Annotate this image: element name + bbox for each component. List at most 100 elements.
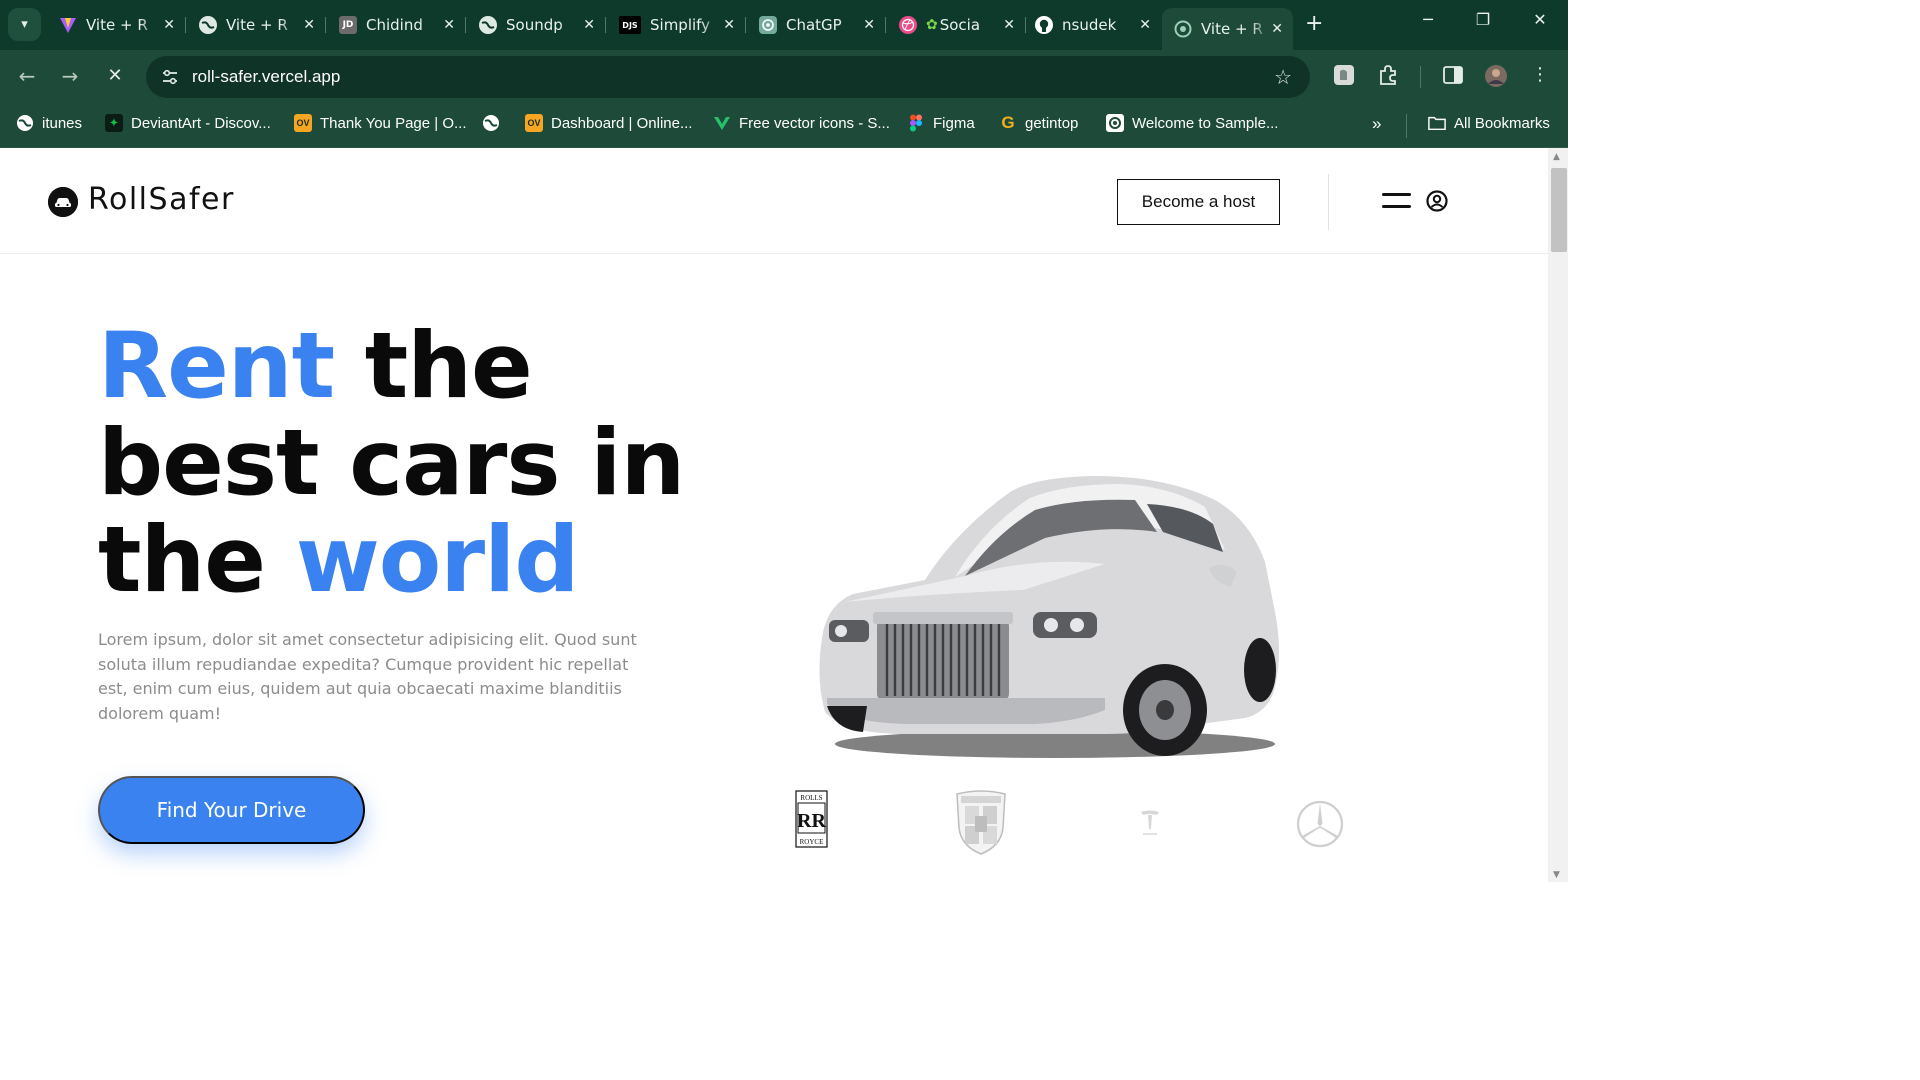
hero-description: Lorem ipsum, dolor sit amet consectetur … (98, 630, 637, 723)
address-toolbar: ← → ✕ roll-safer.vercel.app ☆ ⋮ (0, 50, 1568, 104)
tab-title: Vite + R (1201, 20, 1263, 38)
site-logo-text[interactable]: RollSafer (88, 182, 235, 217)
find-your-drive-button[interactable]: Find Your Drive (98, 776, 365, 844)
close-window-icon[interactable]: ✕ (1528, 10, 1552, 29)
bookmark-label: DeviantArt - Discov... (131, 114, 271, 132)
bookmark-itunes[interactable]: itunes (16, 114, 82, 132)
browser-tab[interactable]: Soundp ✕ (467, 8, 605, 42)
close-icon[interactable]: ✕ (583, 17, 595, 33)
tab-title: Vite + R (226, 16, 288, 34)
scroll-up-arrow-icon[interactable]: ▲ (1553, 152, 1560, 162)
tab-separator (325, 17, 326, 33)
tab-separator (745, 17, 746, 33)
tab-title: Chidind (366, 16, 423, 34)
restore-icon[interactable]: ❐ (1471, 10, 1495, 29)
minimize-icon[interactable]: ─ (1416, 10, 1440, 29)
chevron-down-icon: ▾ (21, 17, 28, 32)
globe-icon (479, 16, 497, 34)
close-icon[interactable]: ✕ (863, 17, 875, 33)
site-settings-icon[interactable] (160, 67, 180, 87)
bookmarks-overflow-icon[interactable]: » (1372, 114, 1381, 134)
browser-tab[interactable]: JD Chidind ✕ (327, 8, 465, 42)
tab-separator (605, 17, 606, 33)
browser-tab[interactable]: nsudek ✕ (1023, 8, 1161, 42)
back-arrow-icon[interactable]: ← (14, 64, 40, 88)
omnibox[interactable]: roll-safer.vercel.app ☆ (146, 56, 1310, 98)
hero-title-line-2: best cars in (98, 411, 685, 516)
tab-title: Simplify (650, 16, 711, 34)
scroll-down-arrow-icon[interactable]: ▼ (1553, 870, 1560, 880)
vercel-icon (1174, 20, 1192, 38)
bookmarks-separator (1406, 114, 1407, 138)
rolls-royce-logo-top-text: ROLLS (800, 794, 822, 802)
extension-app-icon[interactable] (1332, 64, 1356, 88)
deviantart-icon: ✦ (105, 114, 123, 132)
extensions-puzzle-icon[interactable] (1376, 64, 1400, 88)
close-icon[interactable]: ✕ (1139, 17, 1151, 33)
vite-icon (59, 16, 77, 34)
user-account-icon[interactable] (1426, 190, 1448, 212)
bookmark-dashboard[interactable]: OV Dashboard | Online... (525, 114, 692, 132)
browser-tab[interactable]: Vite + R ✕ (47, 8, 185, 42)
jd-badge: JD (342, 20, 354, 30)
become-host-button[interactable]: Become a host (1117, 179, 1280, 225)
profile-avatar[interactable] (1484, 64, 1508, 88)
hero-title: Rent the best cars in the world (98, 318, 685, 609)
more-menu-icon[interactable]: ⋮ (1528, 64, 1552, 88)
globe-icon (16, 114, 34, 132)
bookmark-label: Dashboard | Online... (551, 114, 693, 132)
forward-arrow-icon[interactable]: → (57, 64, 83, 88)
folder-icon (1428, 114, 1446, 132)
side-panel-icon[interactable] (1441, 64, 1465, 88)
stop-loading-icon[interactable]: ✕ (102, 65, 128, 86)
browser-tab-active[interactable]: Vite + R ✕ (1162, 8, 1293, 50)
browser-tab-strip: ▾ Vite + R ✕ Vite + R ✕ JD Chidind ✕ Sou… (0, 0, 1568, 50)
close-icon[interactable]: ✕ (1271, 21, 1283, 37)
globe-icon (199, 16, 217, 34)
close-icon[interactable]: ✕ (723, 17, 735, 33)
close-icon[interactable]: ✕ (1003, 17, 1015, 33)
bookmark-globe[interactable] (482, 114, 508, 132)
tab-separator (185, 17, 186, 33)
dribbble-icon (899, 16, 917, 34)
ov-icon: OV (525, 114, 543, 132)
browser-tab[interactable]: ChatGP ✕ (747, 8, 885, 42)
tab-search-button[interactable]: ▾ (8, 8, 41, 41)
tesla-logo (1141, 810, 1159, 835)
close-icon[interactable]: ✕ (443, 17, 455, 33)
bookmark-figma[interactable]: Figma (907, 114, 975, 132)
rolls-royce-logo: ROLLS RR ROYCE (795, 790, 828, 848)
tab-separator (465, 17, 466, 33)
rolls-royce-logo-bottom-text: ROYCE (800, 838, 824, 846)
browser-tab[interactable]: DJS Simplify ✕ (607, 8, 745, 42)
bookmark-label: Figma (933, 114, 975, 132)
bookmark-star-icon[interactable]: ☆ (1274, 65, 1292, 89)
jd-icon: JD (339, 16, 357, 34)
browser-tab[interactable]: ✿ Socia ✕ (887, 8, 1025, 42)
car-logo-icon[interactable] (48, 187, 78, 217)
bookmarks-bar: itunes ✦ DeviantArt - Discov... OV Thank… (0, 104, 1568, 148)
new-tab-button[interactable]: + (1305, 12, 1323, 36)
bookmark-thank-you[interactable]: OV Thank You Page | O... (294, 114, 467, 132)
all-bookmarks[interactable]: All Bookmarks (1428, 114, 1550, 132)
tab-title: Socia (939, 16, 981, 34)
github-icon (1035, 16, 1053, 34)
bookmark-free-vector-icons[interactable]: Free vector icons - S... (713, 114, 890, 132)
hero-title-line-1: the (334, 314, 533, 419)
header-divider (1328, 174, 1329, 230)
close-icon[interactable]: ✕ (163, 17, 175, 33)
url-text[interactable]: roll-safer.vercel.app (192, 67, 340, 87)
globe-icon (482, 114, 500, 132)
scrollbar-thumb[interactable] (1551, 168, 1567, 252)
hamburger-menu-icon[interactable] (1382, 193, 1411, 211)
bookmark-deviantart[interactable]: ✦ DeviantArt - Discov... (105, 114, 271, 132)
site-header: RollSafer Become a host (0, 148, 1548, 254)
bookmark-getintop[interactable]: G getintop (999, 113, 1078, 132)
browser-tab[interactable]: Vite + R ✕ (187, 8, 325, 42)
tab-title: Vite + R (86, 16, 148, 34)
page-scrollbar[interactable]: ▲ ▼ (1548, 148, 1568, 882)
bookmark-welcome-sample[interactable]: Welcome to Sample... (1106, 114, 1278, 132)
toolbar-separator (1420, 66, 1421, 88)
close-icon[interactable]: ✕ (303, 17, 315, 33)
mercedes-logo (1296, 800, 1344, 848)
